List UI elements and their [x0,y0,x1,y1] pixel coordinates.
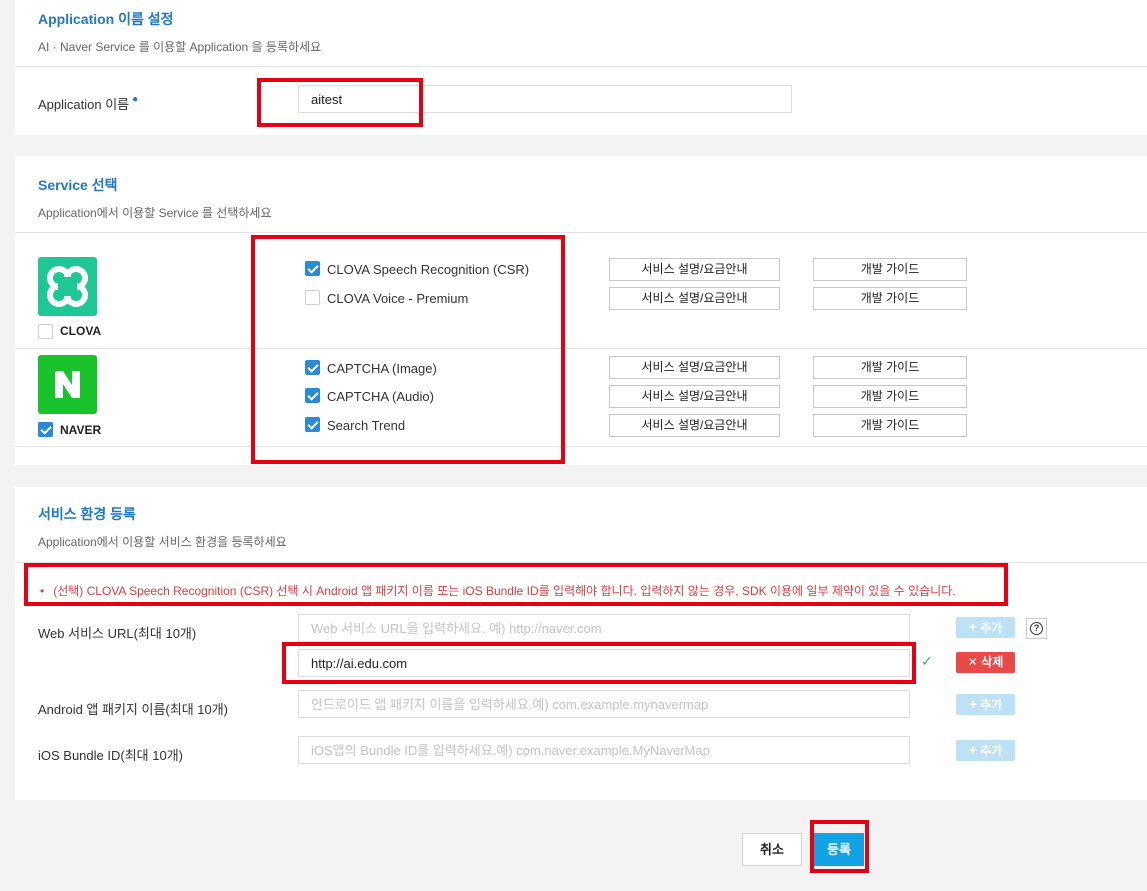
service-panel: Service 선택 Application에서 이용할 Service 를 선… [15,156,1147,465]
web-url-add-button[interactable]: + 추가 [956,617,1015,638]
captcha-image-guide-button[interactable]: 개발 가이드 [813,356,967,379]
csr-desc-button[interactable]: 서비스 설명/요금안내 [609,258,780,281]
plus-icon: + [968,742,977,758]
android-add-button[interactable]: + 추가 [956,694,1015,715]
cancel-button[interactable]: 취소 [742,833,802,866]
captcha-image-checkbox[interactable] [305,360,320,375]
captcha-image-desc-button[interactable]: 서비스 설명/요금안내 [609,356,780,379]
help-icon[interactable]: ? [1026,618,1047,639]
search-trend-checkbox[interactable] [305,417,320,432]
env-panel: 서비스 환경 등록 Application에서 이용할 서비스 환경을 등록하세… [15,487,1147,800]
valid-check-icon: ✓ [921,653,933,669]
captcha-audio-checkbox[interactable] [305,388,320,403]
ios-add-button[interactable]: + 추가 [956,740,1015,761]
submit-button[interactable]: 등록 [814,833,864,866]
app-name-label: Application 이름 ● [38,94,139,112]
captcha-audio-label: CAPTCHA (Audio) [327,389,434,404]
csr-guide-button[interactable]: 개발 가이드 [813,258,967,281]
app-name-title: Application 이름 설정 [38,11,174,27]
service-title: Service 선택 [38,177,118,193]
csr-label: CLOVA Speech Recognition (CSR) [327,262,530,277]
divider [15,562,1147,563]
clova-brand-checkbox[interactable] [38,324,53,339]
ios-label: iOS Bundle ID(최대 10개) [38,748,183,763]
web-url-input[interactable] [298,614,910,642]
voice-premium-checkbox[interactable] [305,290,320,305]
captcha-audio-desc-button[interactable]: 서비스 설명/요금안내 [609,385,780,408]
naver-logo [38,355,97,414]
notice-bullet: • [40,584,45,598]
captcha-image-label: CAPTCHA (Image) [327,361,437,376]
csr-notice: • (선택) CLOVA Speech Recognition (CSR) 선택 … [40,582,956,599]
android-label: Android 앱 패키지 이름(최대 10개) [38,702,229,717]
search-trend-desc-button[interactable]: 서비스 설명/요금안내 [609,414,780,437]
divider [15,232,1147,233]
search-trend-guide-button[interactable]: 개발 가이드 [813,414,967,437]
notice-text: (선택) CLOVA Speech Recognition (CSR) 선택 시… [53,584,956,598]
clova-logo [38,257,97,316]
ios-bundle-input[interactable] [298,736,910,764]
close-icon: ✕ [967,655,978,669]
voice-premium-label: CLOVA Voice - Premium [327,291,469,306]
plus-icon: + [968,696,977,712]
divider [15,348,1147,349]
divider [15,66,1147,67]
voice-premium-guide-button[interactable]: 개발 가이드 [813,287,967,310]
naver-brand-checkbox[interactable] [38,422,53,437]
service-subtitle: Application에서 이용할 Service 를 선택하세요 [38,206,272,220]
app-name-input[interactable] [298,85,792,113]
web-url-label: Web 서비스 URL(최대 10개) [38,626,197,641]
divider [15,446,1147,447]
voice-premium-desc-button[interactable]: 서비스 설명/요금안내 [609,287,780,310]
web-url-delete-button[interactable]: ✕ 삭제 [956,652,1015,673]
clova-brand-label: CLOVA [60,324,102,338]
search-trend-label: Search Trend [327,418,406,433]
app-name-panel: Application 이름 설정 AI · Naver Service 를 이… [15,0,1147,135]
csr-checkbox[interactable] [305,261,320,276]
web-url-entry[interactable] [298,649,910,677]
plus-icon: + [968,619,977,635]
android-package-input[interactable] [298,690,910,718]
app-name-subtitle: AI · Naver Service 를 이용할 Application 을 등… [38,40,322,54]
required-dot-icon: ● [132,94,139,105]
captcha-audio-guide-button[interactable]: 개발 가이드 [813,385,967,408]
env-title: 서비스 환경 등록 [38,506,136,522]
env-subtitle: Application에서 이용할 서비스 환경을 등록하세요 [38,535,287,549]
naver-brand-label: NAVER [60,423,102,437]
